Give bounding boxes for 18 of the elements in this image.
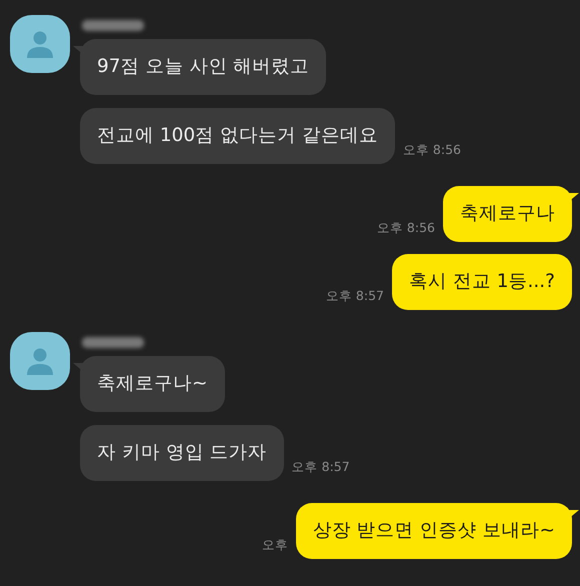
- person-icon: [25, 30, 55, 58]
- message-bubble: 축제로구나: [443, 186, 572, 242]
- message-bubble: 전교에 100점 없다는거 같은데요: [80, 108, 395, 164]
- avatar[interactable]: [10, 15, 70, 73]
- message-bubble: 축제로구나~: [80, 356, 225, 412]
- message-time: 오후: [262, 537, 288, 554]
- message-time: 오후 8:57: [326, 288, 384, 305]
- message-bubble: 97점 오늘 사인 해버렸고: [80, 39, 326, 95]
- message-time: 오후 8:56: [376, 220, 435, 237]
- message-bubble: 자 키마 영입 드가자: [80, 425, 284, 481]
- blurred-name-drawing: [82, 20, 144, 31]
- message-time: 오후 8:57: [292, 459, 350, 476]
- message-time: 오후 8:56: [402, 142, 461, 159]
- blurred-name-drawing: [82, 337, 144, 348]
- message-bubble: 혹시 전교 1등...?: [392, 254, 572, 310]
- avatar[interactable]: [10, 332, 70, 390]
- person-icon: [25, 347, 55, 375]
- message-bubble: 상장 받으면 인증샷 보내라~: [296, 503, 572, 559]
